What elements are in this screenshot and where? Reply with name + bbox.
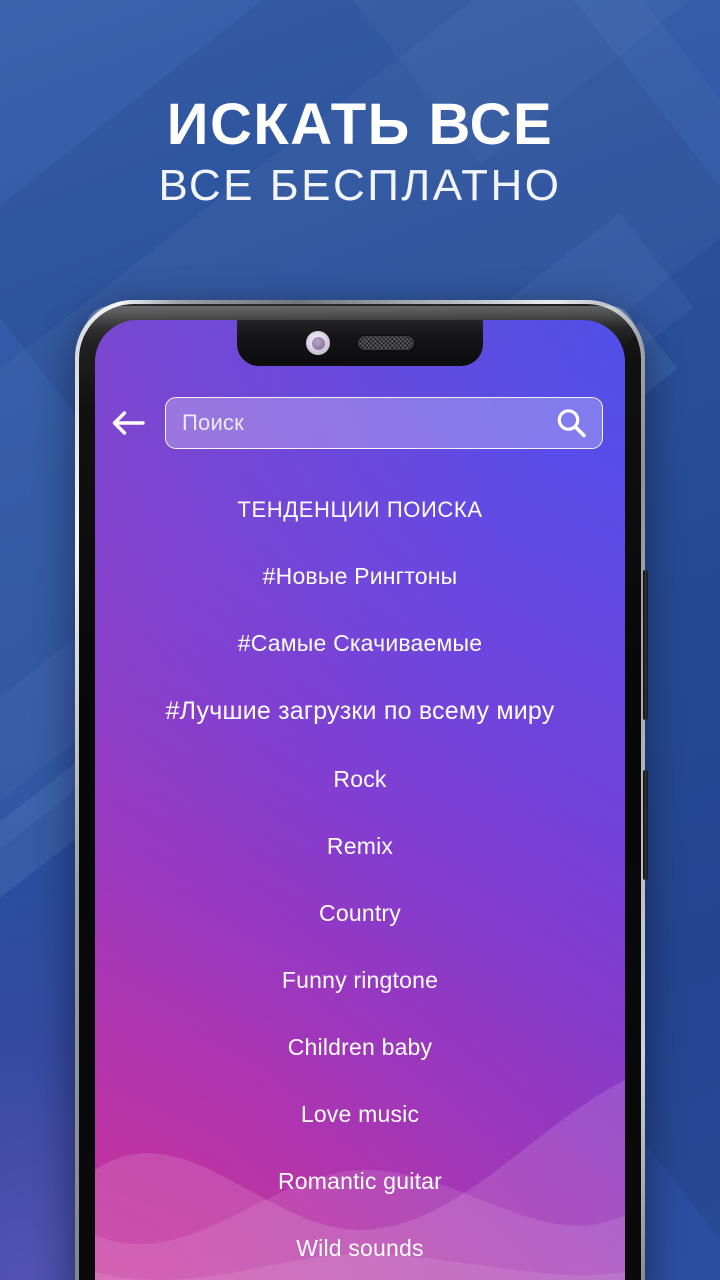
front-camera-icon xyxy=(306,331,330,355)
volume-rocker-button[interactable] xyxy=(643,570,648,720)
earpiece-speaker-icon xyxy=(358,336,414,350)
trending-item[interactable]: Remix xyxy=(327,833,393,860)
trending-item[interactable]: #Самые Скачиваемые xyxy=(238,630,483,657)
search-input-text: Поиск xyxy=(182,410,244,435)
back-arrow-icon xyxy=(112,411,145,435)
search-icon xyxy=(557,409,586,438)
trending-item[interactable]: Love music xyxy=(301,1101,419,1128)
trending-item[interactable]: #Новые Рингтоны xyxy=(263,563,458,590)
trending-title: ТЕНДЕНЦИИ ПОИСКА xyxy=(237,497,483,522)
trending-item[interactable]: Romantic guitar xyxy=(278,1168,442,1195)
trending-item[interactable]: Children baby xyxy=(288,1034,433,1061)
search-bar: Поиск xyxy=(95,397,625,449)
phone-mockup: Поиск ТЕНДЕНЦИИ ПОИСКА #Новые Рингтоны #… xyxy=(75,300,648,1280)
trending-item[interactable]: Rock xyxy=(333,766,386,793)
trending-item[interactable]: #Лучшие загрузки по всему миру xyxy=(166,697,555,726)
promo-headline: ИСКАТЬ ВСЕ ВСЕ БЕСПЛАТНО xyxy=(0,96,720,218)
search-input[interactable]: Поиск xyxy=(165,397,603,449)
headline-secondary: ВСЕ БЕСПЛАТНО xyxy=(158,161,562,210)
headline-primary: ИСКАТЬ ВСЕ xyxy=(166,92,554,157)
trending-searches-list: ТЕНДЕНЦИИ ПОИСКА #Новые Рингтоны #Самые … xyxy=(95,475,625,1280)
phone-screen: Поиск ТЕНДЕНЦИИ ПОИСКА #Новые Рингтоны #… xyxy=(95,320,625,1280)
back-button[interactable] xyxy=(105,400,151,446)
phone-notch xyxy=(237,320,483,366)
trending-item[interactable]: Country xyxy=(319,900,401,927)
search-submit-button[interactable] xyxy=(554,406,588,440)
power-button[interactable] xyxy=(643,770,648,880)
trending-item[interactable]: Funny ringtone xyxy=(282,967,438,994)
trending-item[interactable]: Wild sounds xyxy=(296,1235,423,1262)
